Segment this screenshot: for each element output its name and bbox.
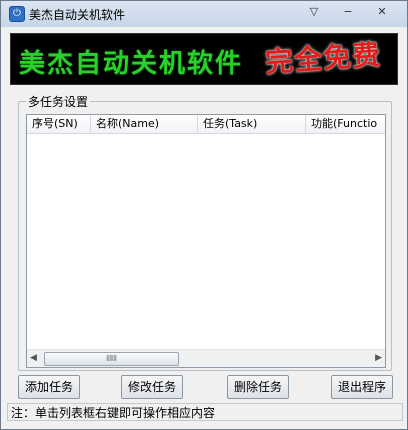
column-header-function[interactable]: 功能(Functio: [306, 115, 385, 133]
banner: 美杰自动关机软件 完全免费: [10, 33, 398, 85]
horizontal-scrollbar[interactable]: ◀ ⦀⦀⦀ ▶: [27, 349, 385, 367]
column-header-sn[interactable]: 序号(SN): [27, 115, 91, 133]
scroll-left-icon[interactable]: ◀: [30, 353, 37, 363]
exit-program-button[interactable]: 退出程序: [331, 375, 393, 399]
title-bar[interactable]: ⏻ 美杰自动关机软件 ▽ − ✕: [1, 1, 407, 27]
banner-app-name: 美杰自动关机软件: [19, 49, 244, 79]
task-list[interactable]: 序号(SN) 名称(Name) 任务(Task) 功能(Functio ◀ ⦀⦀…: [26, 114, 386, 368]
group-title: 多任务设置: [26, 93, 91, 110]
list-header: 序号(SN) 名称(Name) 任务(Task) 功能(Functio: [27, 115, 385, 134]
add-task-button[interactable]: 添加任务: [18, 375, 80, 399]
banner-free-label: 完全免费: [264, 37, 383, 80]
scroll-right-icon[interactable]: ▶: [375, 353, 382, 363]
column-header-name[interactable]: 名称(Name): [91, 115, 198, 133]
window-title: 美杰自动关机软件: [29, 8, 126, 22]
main-window: ⏻ 美杰自动关机软件 ▽ − ✕ 美杰自动关机软件 完全免费 多任务设置 序号(…: [0, 0, 408, 430]
close-button[interactable]: ✕: [369, 3, 395, 21]
column-header-task[interactable]: 任务(Task): [198, 115, 306, 133]
edit-task-button[interactable]: 修改任务: [121, 375, 183, 399]
menu-button[interactable]: ▽: [301, 3, 327, 21]
status-bar: 注：单击列表框右键即可操作相应内容: [7, 403, 403, 421]
delete-task-button[interactable]: 删除任务: [227, 375, 289, 399]
scroll-thumb[interactable]: ⦀⦀⦀: [44, 352, 179, 366]
minimize-button[interactable]: −: [335, 3, 361, 21]
power-icon: ⏻: [9, 6, 25, 22]
